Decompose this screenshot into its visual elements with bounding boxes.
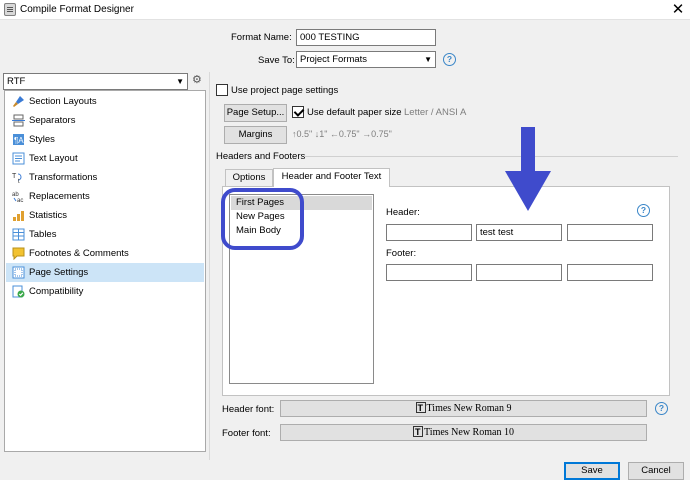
sidebar-item-label: Tables <box>29 229 57 240</box>
transformations-icon: Tt <box>12 173 22 184</box>
header-font-value: Times New Roman 9 <box>426 403 512 414</box>
chevron-down-icon: ▼ <box>424 55 432 64</box>
sidebar-item-label: Text Layout <box>29 153 78 164</box>
separator-icon <box>12 114 25 127</box>
compatibility-icon <box>12 285 25 298</box>
sidebar-item-separators[interactable]: Separators <box>6 111 204 130</box>
sidebar-item-replacements[interactable]: ab ac Replacements <box>6 187 204 206</box>
margins-value: ↑0.5" ↓1" ←0.75" →0.75" <box>292 129 392 139</box>
gear-icon[interactable]: ⚙ <box>192 74 204 87</box>
sidebar-item-section-layouts[interactable]: Section Layouts <box>6 92 204 111</box>
compile-for-value: RTF <box>7 76 26 87</box>
svg-text:ac: ac <box>17 198 23 203</box>
sidebar-list: Section Layouts Separators ¶A Styles Tex… <box>4 90 206 452</box>
window-title: Compile Format Designer <box>20 4 134 15</box>
sidebar-item-transformations[interactable]: Tt Transformations <box>6 168 204 187</box>
font-icon <box>413 425 424 440</box>
annotation-arrow-icon <box>505 127 551 211</box>
footer-center-input[interactable] <box>476 264 562 281</box>
save-to-select[interactable]: Project Formats ▼ <box>296 51 436 68</box>
sidebar-item-label: Section Layouts <box>29 96 97 107</box>
header-left-input[interactable] <box>386 224 472 241</box>
paper-size-value: Letter / ANSI A <box>404 107 467 118</box>
sidebar-item-footnotes-comments[interactable]: Footnotes & Comments <box>6 244 204 263</box>
sidebar-item-label: Compatibility <box>29 286 84 297</box>
footer-label: Footer: <box>386 248 417 259</box>
sidebar-item-label: Styles <box>29 134 55 145</box>
tables-icon <box>12 228 25 241</box>
header-label: Header: <box>386 207 420 218</box>
header-right-input[interactable] <box>567 224 653 241</box>
sidebar-item-label: Page Settings <box>29 267 89 278</box>
header-font-label: Header font: <box>222 404 275 415</box>
footer-font-value: Times New Roman 10 <box>424 427 514 438</box>
chevron-down-icon: ▼ <box>176 77 184 86</box>
help-icon[interactable]: ? <box>655 402 668 415</box>
sidebar-item-label: Transformations <box>29 172 98 183</box>
use-default-paper-checkbox[interactable] <box>292 106 304 118</box>
tab-options[interactable]: Options <box>225 169 273 186</box>
sidebar-item-tables[interactable]: Tables <box>6 225 204 244</box>
footnotes-icon <box>12 247 25 260</box>
svg-text:T: T <box>12 173 17 180</box>
cancel-button[interactable]: Cancel <box>628 462 684 480</box>
header-center-input[interactable]: test test <box>476 224 562 241</box>
format-name-label: Format Name: <box>231 32 292 43</box>
page-setup-button[interactable]: Page Setup... <box>224 104 287 122</box>
headers-footers-title: Headers and Footers <box>216 151 306 162</box>
save-to-value: Project Formats <box>300 54 368 65</box>
footer-right-input[interactable] <box>567 264 653 281</box>
footer-font-button[interactable]: Times New Roman 10 <box>280 424 647 441</box>
sidebar-item-statistics[interactable]: Statistics <box>6 206 204 225</box>
compile-app-icon <box>4 3 16 16</box>
sidebar-item-label: Statistics <box>29 210 68 221</box>
sidebar-item-text-layout[interactable]: Text Layout <box>6 149 204 168</box>
sidebar-item-page-settings[interactable]: Page Settings <box>6 263 204 282</box>
statistics-icon <box>13 211 24 221</box>
help-icon[interactable]: ? <box>637 204 650 217</box>
margins-button[interactable]: Margins <box>224 126 287 144</box>
sidebar-item-label: Replacements <box>29 191 90 202</box>
sidebar-item-label: Separators <box>29 115 76 126</box>
format-name-input[interactable]: 000 TESTING <box>296 29 436 46</box>
styles-icon: ¶A <box>13 134 24 145</box>
footer-font-label: Footer font: <box>222 428 271 439</box>
header-font-button[interactable]: Times New Roman 9 <box>280 400 647 417</box>
brush-icon <box>13 96 24 107</box>
sidebar-item-styles[interactable]: ¶A Styles <box>6 130 204 149</box>
use-project-page-settings-checkbox[interactable] <box>216 84 228 96</box>
text-layout-icon <box>12 152 25 165</box>
section-divider <box>304 156 678 157</box>
save-button[interactable]: Save <box>564 462 620 480</box>
use-default-paper-label: Use default paper size <box>307 107 402 118</box>
sidebar-item-label: Footnotes & Comments <box>29 248 129 259</box>
save-to-label: Save To: <box>258 55 295 66</box>
use-project-page-settings-label: Use project page settings <box>231 85 339 96</box>
tab-header-footer-text[interactable]: Header and Footer Text <box>273 168 390 187</box>
svg-text:¶A: ¶A <box>14 136 24 145</box>
sidebar-item-compatibility[interactable]: Compatibility <box>6 282 204 301</box>
footer-left-input[interactable] <box>386 264 472 281</box>
close-window-button[interactable]: ✕ <box>668 0 688 19</box>
font-icon <box>415 401 426 416</box>
annotation-highlight-ring <box>221 188 304 250</box>
compile-for-select[interactable]: RTF ▼ <box>3 73 188 90</box>
help-icon[interactable]: ? <box>443 53 456 66</box>
page-settings-icon <box>12 266 25 279</box>
replacements-icon: abac <box>12 192 23 203</box>
pane-divider[interactable] <box>209 72 210 460</box>
